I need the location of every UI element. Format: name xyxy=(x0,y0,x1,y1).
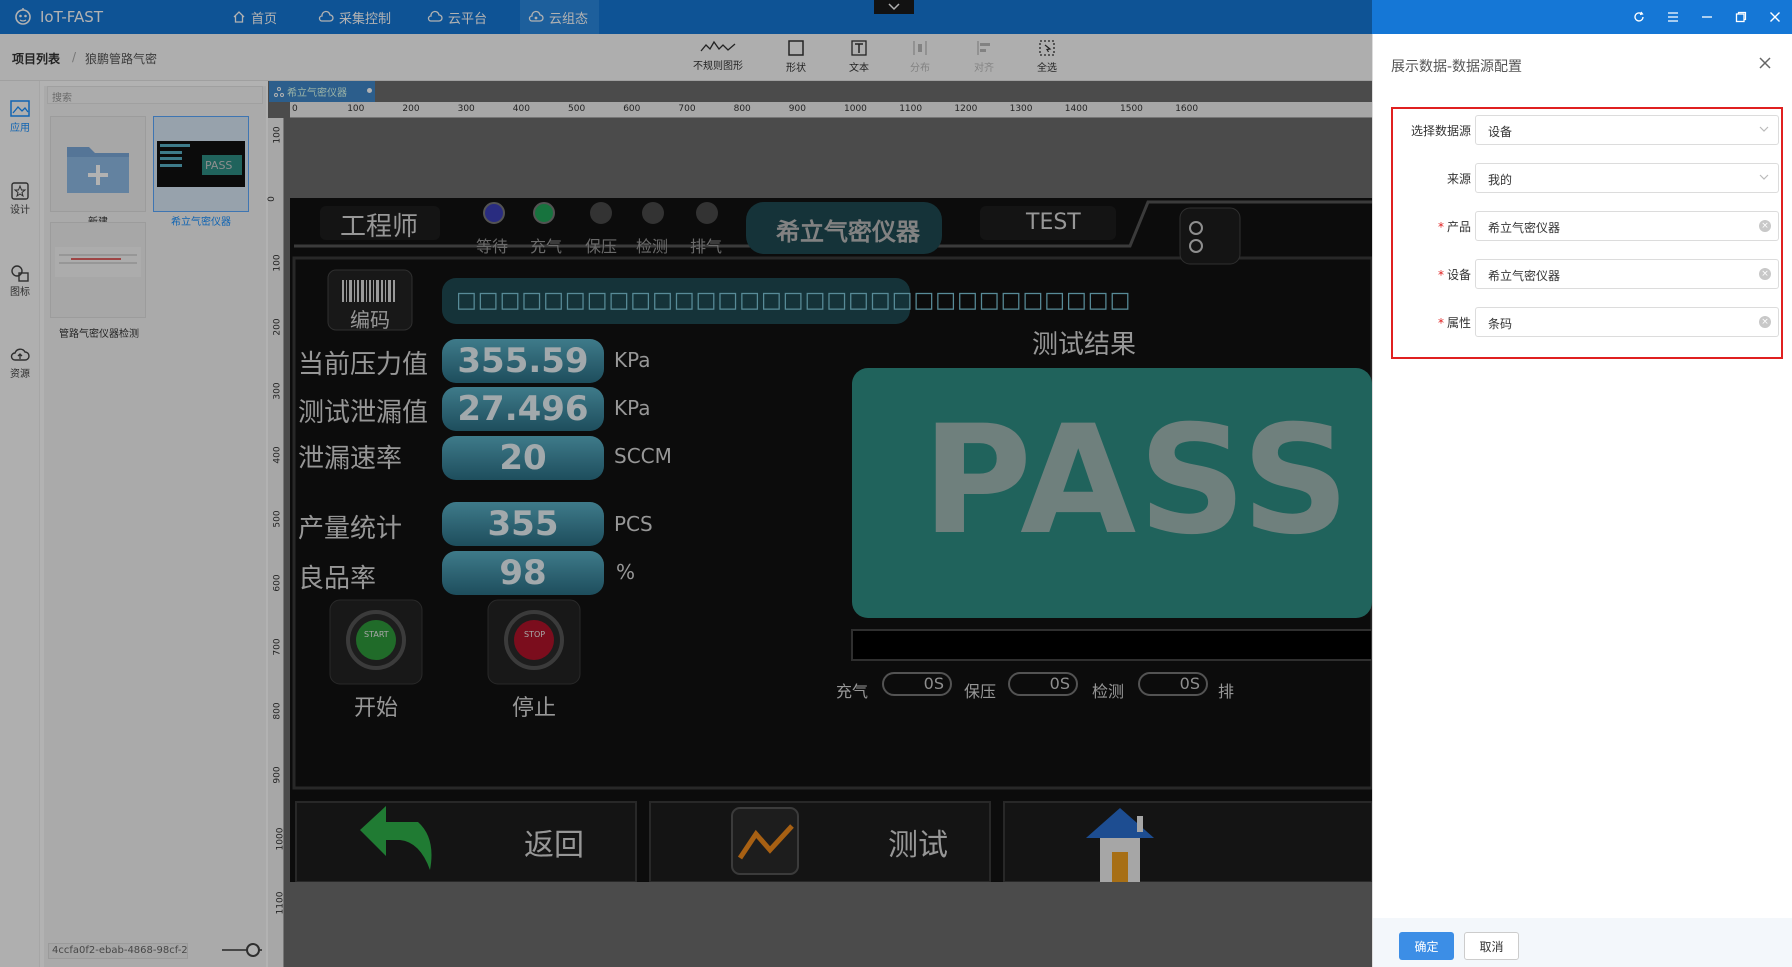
field-datasource: 选择数据源 设备 xyxy=(1393,113,1781,147)
chevron-down-icon xyxy=(1759,174,1769,180)
device-value: 希立气密仪器 xyxy=(1488,269,1561,283)
restore-icon xyxy=(1735,11,1747,23)
confirm-button[interactable]: 确定 xyxy=(1399,932,1454,960)
field-device: * 设备 希立气密仪器 × xyxy=(1393,257,1781,291)
menu-icon xyxy=(1668,12,1678,22)
close-icon xyxy=(1759,57,1771,69)
dialog-footer: 确定 取消 xyxy=(1373,918,1792,967)
minimize-button[interactable] xyxy=(1692,0,1722,34)
maximize-button[interactable] xyxy=(1726,0,1756,34)
field-source: 来源 我的 xyxy=(1393,161,1781,195)
refresh-icon xyxy=(1634,11,1644,22)
attribute-select[interactable]: 条码 × xyxy=(1475,307,1779,337)
datasource-select[interactable]: 设备 xyxy=(1475,115,1779,145)
dialog-close-button[interactable] xyxy=(1755,53,1775,73)
cancel-button[interactable]: 取消 xyxy=(1464,932,1519,960)
field-source-label: 来源 xyxy=(1446,172,1471,186)
datasource-form: 选择数据源 设备 来源 我的 * 产品 希立气密仪器 × * 设备 希立气密仪器… xyxy=(1391,107,1783,359)
clear-icon[interactable]: × xyxy=(1759,268,1771,280)
device-select[interactable]: 希立气密仪器 × xyxy=(1475,259,1779,289)
datasource-value: 设备 xyxy=(1488,125,1513,139)
close-window-button[interactable] xyxy=(1760,0,1790,34)
clear-icon[interactable]: × xyxy=(1759,316,1771,328)
product-select[interactable]: 希立气密仪器 × xyxy=(1475,211,1779,241)
field-product-label: * 产品 xyxy=(1437,220,1471,234)
close-icon xyxy=(1770,12,1780,22)
refresh-button[interactable] xyxy=(1624,0,1654,34)
field-attribute: * 属性 条码 × xyxy=(1393,305,1781,339)
modal-backdrop[interactable] xyxy=(0,0,1372,967)
clear-icon[interactable]: × xyxy=(1759,220,1771,232)
app-window: IoT-FAST 首页 采集控制 云平台 云组态 项目列表 / 狼鹏管路气密 不… xyxy=(0,0,1792,967)
product-value: 希立气密仪器 xyxy=(1488,221,1561,235)
field-datasource-label: 选择数据源 xyxy=(1410,124,1471,138)
minimize-icon xyxy=(1702,16,1712,18)
source-value: 我的 xyxy=(1488,173,1513,187)
field-attribute-label: * 属性 xyxy=(1437,316,1471,330)
dialog-title: 展示数据-数据源配置 xyxy=(1391,59,1523,75)
attribute-value: 条码 xyxy=(1488,317,1513,331)
field-product: * 产品 希立气密仪器 × xyxy=(1393,209,1781,243)
datasource-config-drawer: 展示数据-数据源配置 选择数据源 设备 来源 我的 * 产品 希立气密仪器 × … xyxy=(1372,34,1792,967)
menu-button[interactable] xyxy=(1658,0,1688,34)
source-select[interactable]: 我的 xyxy=(1475,163,1779,193)
chevron-down-icon xyxy=(1759,126,1769,132)
field-device-label: * 设备 xyxy=(1437,268,1471,282)
